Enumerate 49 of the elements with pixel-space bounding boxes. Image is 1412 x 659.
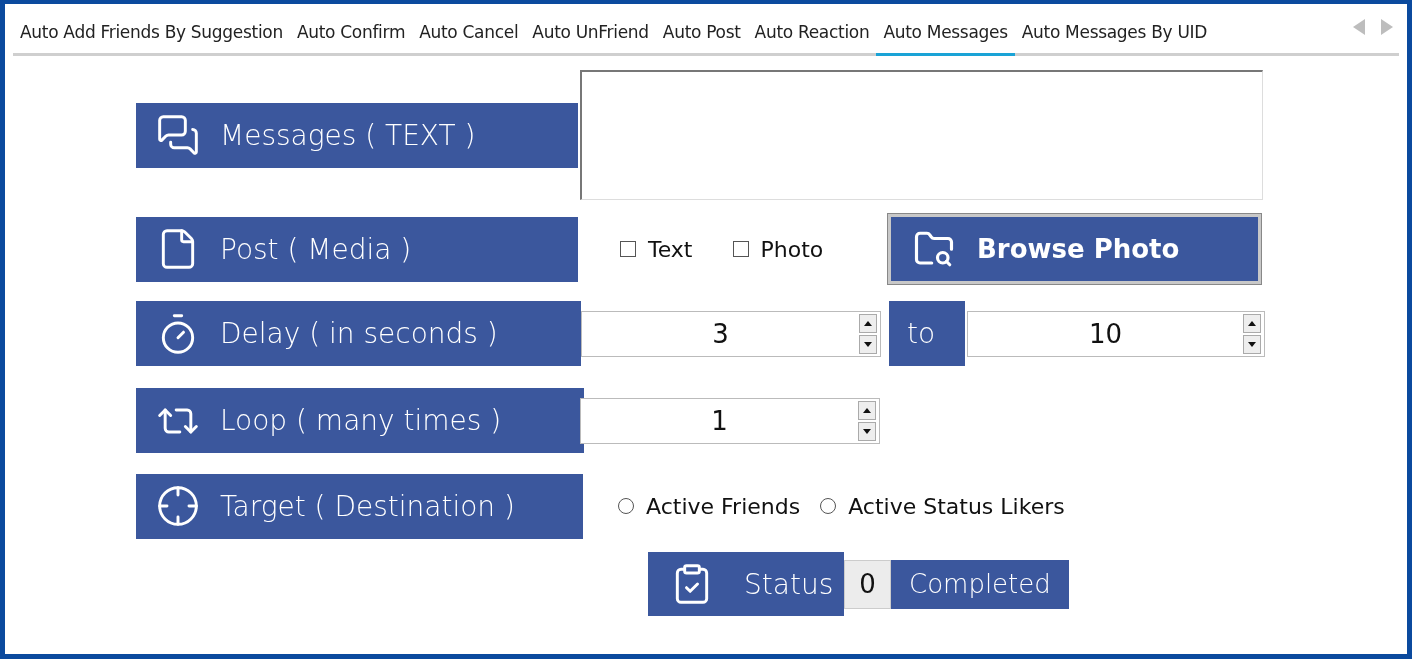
- message-input-field[interactable]: [580, 70, 1263, 200]
- spin-down-button[interactable]: [858, 421, 876, 441]
- number-field[interactable]: 1: [580, 397, 880, 444]
- up-triangle-icon: [864, 320, 872, 326]
- crosshair-icon: [156, 484, 200, 528]
- tab[interactable]: Auto Post: [655, 22, 748, 56]
- label-text: Delay ( in seconds ): [220, 317, 498, 350]
- label-text: Post ( Media ): [220, 232, 412, 266]
- spin-up-button[interactable]: [858, 400, 876, 420]
- option-label: Text: [648, 236, 693, 262]
- checkbox-option[interactable]: Photo: [732, 236, 824, 262]
- option-label: Active Friends: [646, 493, 801, 519]
- option-label: Photo: [760, 236, 824, 262]
- tab[interactable]: Auto Cancel: [412, 22, 526, 56]
- to-label: to: [889, 301, 965, 366]
- tab[interactable]: Auto Messages By UID: [1014, 22, 1215, 56]
- radio-button[interactable]: [820, 498, 837, 514]
- checkbox[interactable]: [620, 241, 636, 257]
- label-text: Messages ( TEXT ): [220, 118, 476, 152]
- spin-up-button[interactable]: [1243, 313, 1261, 333]
- tab[interactable]: Auto UnFriend: [525, 22, 656, 56]
- tab[interactable]: Auto Reaction: [747, 22, 877, 56]
- down-triangle-icon: [864, 341, 872, 347]
- spin-down-button[interactable]: [859, 334, 877, 354]
- tab[interactable]: Auto Messages: [876, 22, 1015, 56]
- radio-button[interactable]: [618, 498, 634, 514]
- number-value: 3: [712, 318, 729, 349]
- label-text: Loop ( many times ): [220, 404, 502, 437]
- chat-bubbles-icon: [156, 113, 200, 157]
- checkbox-option[interactable]: Text: [620, 236, 693, 262]
- tab[interactable]: Auto Add Friends By Suggestion: [13, 22, 290, 56]
- down-triangle-icon: [863, 428, 871, 434]
- completed-count: 0: [844, 559, 891, 609]
- number-value: 10: [1088, 318, 1123, 349]
- browse-photo-button[interactable]: Browse Photo: [888, 214, 1261, 284]
- completed-label: Completed: [891, 559, 1069, 609]
- spin-up-button[interactable]: [859, 313, 877, 333]
- down-triangle-icon: [1248, 341, 1256, 347]
- spin-down-button[interactable]: [1243, 334, 1261, 354]
- label-text: Target ( Destination ): [220, 489, 515, 523]
- up-triangle-icon: [863, 407, 871, 413]
- checkbox[interactable]: [732, 241, 749, 257]
- number-field[interactable]: 3: [581, 310, 881, 357]
- radio-option[interactable]: Active Friends: [618, 493, 801, 519]
- number-field[interactable]: 10: [967, 310, 1265, 357]
- number-value: 1: [711, 405, 728, 436]
- tab[interactable]: Auto Confirm: [289, 22, 413, 56]
- label-text: Status: [744, 567, 834, 601]
- up-triangle-icon: [1248, 320, 1256, 326]
